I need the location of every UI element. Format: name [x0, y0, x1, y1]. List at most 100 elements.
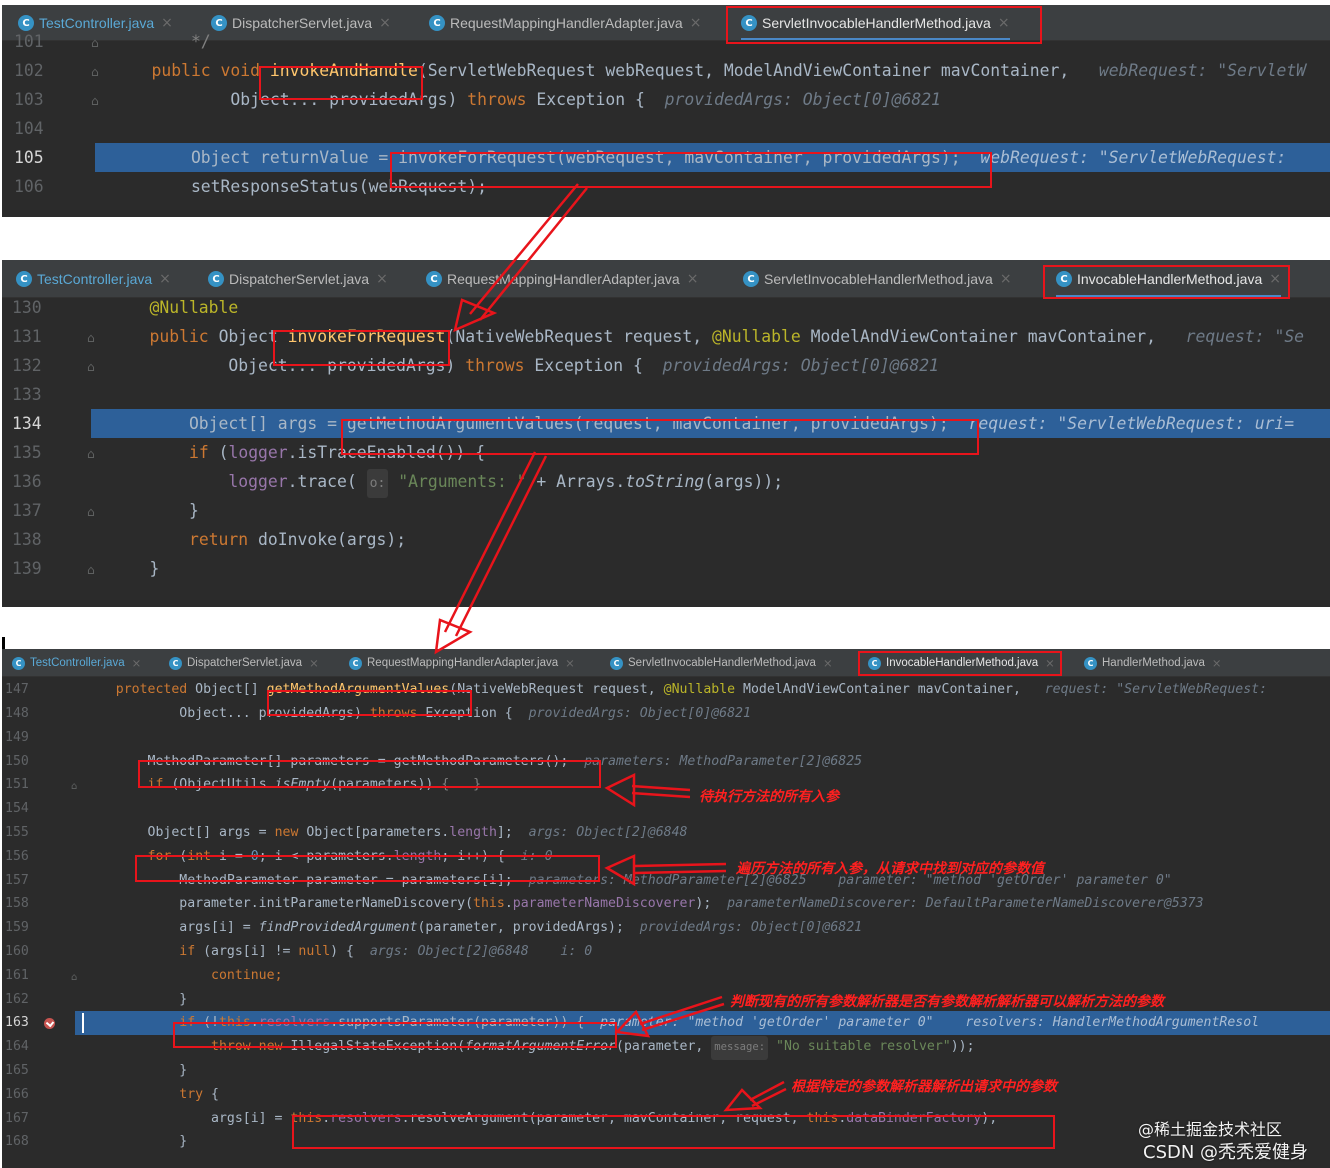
code-token: . [250, 1015, 259, 1031]
line-number: 139 [12, 558, 42, 578]
code-token: IllegalStateException( [282, 1039, 466, 1055]
code-token: @Nullable [711, 326, 801, 346]
code-line[interactable]: 135 if (logger.isTraceEnabled()) { [2, 438, 1330, 467]
code-line[interactable]: 150 MethodParameter[] parameters = getMe… [2, 750, 1330, 774]
code-line[interactable]: 157 MethodParameter parameter = paramete… [2, 869, 1330, 893]
code-token: ) { [330, 943, 370, 959]
code-token: .trace( [287, 471, 367, 491]
code-token: } [84, 991, 188, 1007]
code-line[interactable]: 167 args[i] = this.resolvers.resolveArgu… [2, 1107, 1330, 1131]
fold-marker-icon[interactable]: ⌂ [87, 556, 95, 585]
code-line[interactable]: 155 Object[] args = new Object[parameter… [2, 821, 1330, 845]
debug-inline-value: parameterNameDiscoverer: DefaultParamete… [727, 896, 1204, 912]
code-line[interactable]: 106 setResponseStatus(webRequest); [2, 172, 1330, 201]
code-line[interactable]: 137 } [2, 496, 1330, 525]
code-line[interactable]: 104 [2, 114, 1330, 143]
code-line[interactable]: 131 public Object invokeForRequest(Nativ… [2, 322, 1330, 351]
tab-handlermethod-java[interactable]: C HandlerMethod.java × [1084, 649, 1222, 676]
close-icon[interactable]: × [309, 656, 319, 670]
code-token: invokeForRequest(webRequest, mavContaine… [398, 147, 961, 167]
code-text: if (args[i] != null) { args: Object[2]@6… [84, 940, 592, 964]
code-line[interactable]: 139 } [2, 554, 1330, 583]
fold-marker-icon[interactable]: ⌂ [87, 440, 95, 469]
code-line[interactable]: 102 public void invokeAndHandle(ServletW… [2, 56, 1330, 85]
code-token: args[i] = [84, 920, 259, 936]
code-line[interactable]: 165 } [2, 1059, 1330, 1083]
code-token: Object... providedArgs) [110, 355, 466, 375]
code-text: logger.trace( o: "Arguments: " + Arrays.… [110, 467, 783, 498]
code-line[interactable]: 148 Object... providedArgs) throws Excep… [2, 702, 1330, 726]
breakpoint-icon[interactable] [44, 1018, 55, 1030]
code-line[interactable]: 136 logger.trace( o: "Arguments: " + Arr… [2, 467, 1330, 498]
tab-invocablehandlermethod-java[interactable]: C InvocableHandlerMethod.java × [868, 649, 1055, 676]
code-token: ); [981, 1110, 998, 1126]
code-line[interactable]: 168 } [2, 1130, 1330, 1154]
code-token: logger [228, 442, 288, 462]
code-line[interactable]: 156 for (int i = 0; i < parameters.lengt… [2, 845, 1330, 869]
code-line[interactable]: 161 continue; [2, 964, 1330, 988]
code-token: setResponseStatus(webRequest); [112, 176, 487, 196]
code-line[interactable]: 159 args[i] = findProvidedArgument(param… [2, 916, 1330, 940]
close-icon[interactable]: × [1212, 656, 1222, 670]
close-icon[interactable]: × [823, 656, 833, 670]
close-icon[interactable]: × [1045, 656, 1055, 670]
code-token: @Nullable [663, 682, 736, 698]
code-line-current[interactable]: 134 Object[] args = getMethodArgumentVal… [12, 408, 1330, 438]
tab-label: ServletInvocableHandlerMethod.java [628, 657, 816, 669]
fold-marker-icon[interactable]: ⌂ [91, 87, 99, 116]
close-icon[interactable]: × [1000, 271, 1012, 287]
close-icon[interactable]: × [159, 271, 171, 287]
code-line[interactable]: 154 [2, 797, 1330, 821]
code-line-current[interactable]: 105 Object returnValue = invokeForReques… [14, 142, 1330, 172]
code-line[interactable]: 147 protected Object[] getMethodArgument… [2, 678, 1330, 702]
tab-dispatcherservlet-java[interactable]: C DispatcherServlet.java × [169, 649, 319, 676]
code-line[interactable]: 166 try { [2, 1083, 1330, 1107]
code-token: Object... providedArgs) [112, 89, 468, 109]
close-icon[interactable]: × [132, 656, 142, 670]
code-text: } [84, 1059, 187, 1083]
code-line[interactable]: 149 [2, 726, 1330, 750]
code-text: Object... providedArgs) throws Exception… [110, 351, 939, 380]
close-icon[interactable]: × [376, 271, 388, 287]
code-token: protected [84, 682, 196, 698]
code-token: parameterNameDiscoverer [512, 896, 696, 912]
close-icon[interactable]: × [565, 656, 575, 670]
code-token: (ServletWebRequest webRequest, ModelAndV… [417, 60, 1089, 80]
tab-testcontroller-java[interactable]: C TestController.java × [12, 649, 142, 676]
fold-marker-icon[interactable]: ⌂ [87, 324, 95, 353]
code-token: Exception { [417, 705, 529, 721]
code-token: } [84, 1062, 188, 1078]
code-line[interactable]: 130 @Nullable [2, 293, 1330, 322]
code-line[interactable]: 160 if (args[i] != null) { args: Object[… [2, 940, 1330, 964]
line-number: 136 [12, 471, 42, 491]
code-line[interactable]: 164 throw new IllegalStateException(form… [2, 1035, 1330, 1060]
line-number: 102 [14, 60, 44, 80]
code-line[interactable]: 101 */ [2, 27, 1330, 56]
tab-servletinvocablehandlermethod-java[interactable]: C ServletInvocableHandlerMethod.java × [610, 649, 833, 676]
fold-marker-icon[interactable]: ⌂ [71, 966, 77, 990]
fold-marker-icon[interactable]: ⌂ [87, 498, 95, 527]
fold-marker-icon[interactable]: ⌂ [87, 353, 95, 382]
code-line[interactable]: 151 if (ObjectUtils.isEmpty(parameters))… [2, 773, 1330, 797]
tab-requestmappinghandleradapter-java[interactable]: C RequestMappingHandlerAdapter.java × [349, 649, 575, 676]
code-text: Object[] args = getMethodArgumentValues(… [110, 409, 1294, 438]
code-text: throw new IllegalStateException(formatAr… [84, 1035, 975, 1060]
code-line[interactable]: 132 Object... providedArgs) throws Excep… [2, 351, 1330, 380]
code-line[interactable]: 138 return doInvoke(args); [2, 525, 1330, 554]
code-line-current[interactable]: 163 if (!this.resolvers.supportsParamete… [5, 1011, 1330, 1036]
code-token: resolvers [330, 1110, 402, 1126]
fold-marker-icon[interactable]: ⌂ [91, 29, 99, 58]
code-line[interactable]: 133 [2, 380, 1330, 409]
code-line[interactable]: 103 Object... providedArgs) throws Excep… [2, 85, 1330, 114]
code-line[interactable]: 158 parameter.initParameterNameDiscovery… [2, 892, 1330, 916]
code-token: .resolveArgument(parameter, mavContainer… [401, 1110, 807, 1126]
fold-marker-icon[interactable]: ⌂ [71, 775, 77, 799]
fold-marker-icon[interactable]: ⌂ [91, 58, 99, 87]
close-icon[interactable]: × [687, 271, 699, 287]
code-text: Object[] args = new Object[parameters.le… [84, 821, 688, 845]
close-icon[interactable]: × [1269, 271, 1281, 287]
